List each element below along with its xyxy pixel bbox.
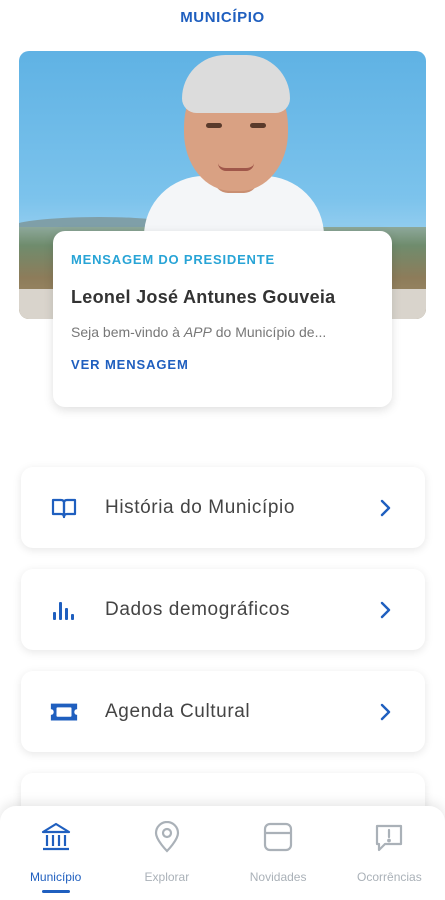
menu-item-label: Agenda Cultural [105, 700, 251, 722]
nav-tab-explorar[interactable]: Explorar [111, 806, 222, 900]
menu-item-label: História do Município [105, 496, 296, 518]
active-tab-indicator [41, 890, 70, 893]
alert-message-icon [372, 820, 406, 854]
townhall-icon [39, 820, 73, 854]
bar-chart-icon [49, 595, 79, 625]
nav-label: Novidades [249, 870, 307, 884]
chevron-right-icon [375, 600, 395, 620]
location-pin-icon [150, 820, 184, 854]
town-right [386, 289, 426, 319]
nav-tab-ocorrencias[interactable]: Ocorrências [334, 806, 445, 900]
message-excerpt: Seja bem-vindo à APP do Município de... [71, 324, 327, 340]
menu-item-cultural-agenda[interactable]: Agenda Cultural [21, 671, 425, 752]
menu-item-label: Dados demográficos [105, 598, 291, 620]
nav-label: Explorar [144, 870, 190, 884]
nav-label: Ocorrências [357, 870, 422, 884]
menu-item-demographics[interactable]: Dados demográficos [21, 569, 425, 650]
book-icon [49, 493, 79, 523]
ticket-icon [49, 697, 79, 727]
page-title: MUNICÍPIO [180, 9, 265, 26]
town-left [19, 289, 55, 319]
chevron-right-icon [375, 702, 395, 722]
message-kicker: MENSAGEM DO PRESIDENTE [71, 252, 275, 267]
president-message-card[interactable]: MENSAGEM DO PRESIDENTE Leonel José Antun… [53, 231, 392, 407]
bottom-navigation: Município Explorar Novidades Ocorrências [0, 806, 445, 900]
menu-item-history[interactable]: História do Município [21, 467, 425, 548]
news-icon [261, 820, 295, 854]
nav-tab-novidades[interactable]: Novidades [223, 806, 334, 900]
president-portrait [134, 51, 334, 256]
president-name: Leonel José Antunes Gouveia [71, 287, 336, 307]
view-message-link[interactable]: VER MENSAGEM [71, 357, 374, 372]
nav-tab-municipio[interactable]: Município [0, 806, 111, 900]
chevron-right-icon [375, 498, 395, 518]
nav-label: Município [29, 870, 82, 884]
